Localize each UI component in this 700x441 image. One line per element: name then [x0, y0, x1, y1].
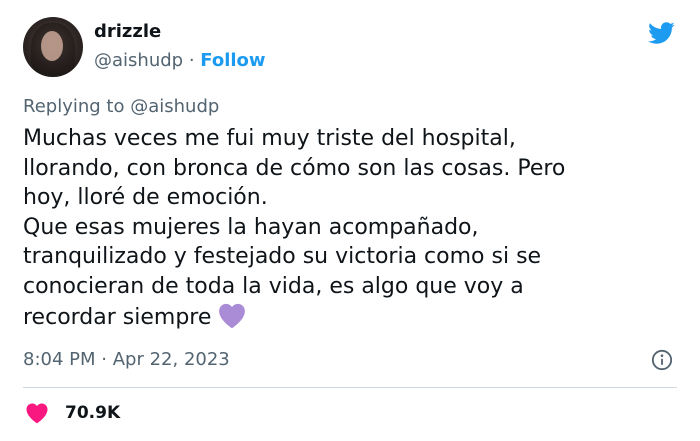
handle-separator: · — [188, 50, 195, 71]
tweet-text-line: hoy, lloré de emoción. — [23, 185, 268, 211]
purple-heart-emoji-icon — [219, 303, 246, 328]
tweet-date: Apr 22, 2023 — [112, 349, 230, 370]
replying-to-label: Replying to — [23, 96, 125, 117]
tweet-text-last-line: recordar siempre — [23, 302, 683, 333]
tweet-text-line: tranquilizado y festejado su victoria co… — [23, 244, 542, 270]
author-handle[interactable]: @aishudp — [94, 50, 183, 71]
timestamp-separator: · — [101, 349, 107, 370]
replying-to: Replying to @aishudp — [23, 95, 219, 119]
tweet-timestamp[interactable]: 8:04 PM · Apr 22, 2023 — [23, 348, 230, 372]
follow-button[interactable]: Follow — [200, 50, 265, 71]
tweet-text-line: llorando, con bronca de cómo son las cos… — [23, 155, 566, 181]
tweet-text-line: Muchas veces me fui muy triste del hospi… — [23, 126, 516, 151]
author-name[interactable]: drizzle — [94, 20, 161, 44]
tweet-text: Muchas veces me fui muy triste del hospi… — [23, 124, 683, 332]
info-icon[interactable] — [651, 349, 673, 371]
tweet-text-line: conocieran de toda la vida, es algo que … — [23, 273, 524, 299]
avatar-face — [41, 31, 63, 61]
twitter-bird-icon[interactable] — [645, 19, 677, 47]
tweet-time: 8:04 PM — [23, 349, 96, 370]
avatar[interactable] — [23, 17, 83, 77]
author-handle-row: @aishudp · Follow — [94, 49, 266, 73]
divider — [23, 387, 677, 388]
tweet-card: drizzle @aishudp · Follow Replying to @a… — [0, 0, 700, 441]
replying-to-handle[interactable]: @aishudp — [130, 96, 219, 117]
tweet-text-line: Que esas mujeres la hayan acompañado, — [23, 214, 479, 240]
tweet-text-line: recordar siempre — [23, 304, 212, 330]
heart-icon[interactable] — [25, 402, 49, 424]
like-count: 70.9K — [65, 403, 121, 423]
